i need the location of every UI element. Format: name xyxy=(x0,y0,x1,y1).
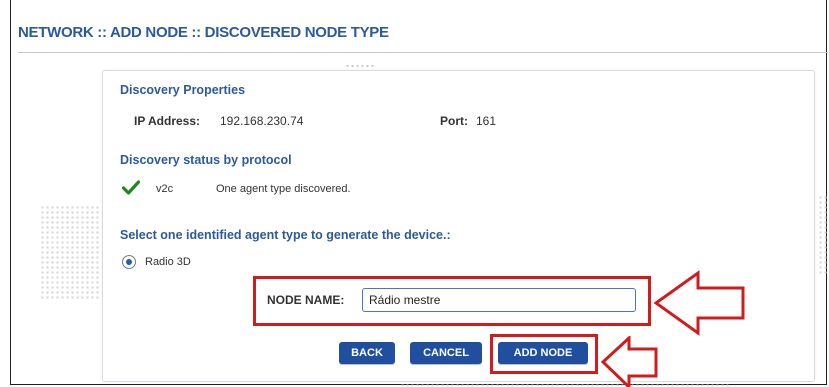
check-icon xyxy=(122,180,140,195)
node-name-label: NODE NAME: xyxy=(267,293,345,307)
protocol-status-message: One agent type discovered. xyxy=(216,183,351,195)
agent-selection-heading: Select one identified agent type to gene… xyxy=(120,228,451,242)
add-node-button[interactable]: ADD NODE xyxy=(498,342,588,364)
map-dots-right xyxy=(818,195,828,275)
arrow-pointer-annotation-icon xyxy=(601,336,658,387)
agent-radio-radio-3d[interactable] xyxy=(122,255,136,269)
panel-handle xyxy=(345,64,375,68)
back-button[interactable]: BACK xyxy=(339,342,395,364)
port-label: Port: xyxy=(440,114,468,128)
title-divider xyxy=(18,52,828,53)
radio-selected-dot xyxy=(126,259,132,265)
ip-address-label: IP Address: xyxy=(134,114,201,128)
page-title: NETWORK :: ADD NODE :: DISCOVERED NODE T… xyxy=(18,24,389,41)
port-value: 161 xyxy=(476,114,497,128)
ip-address-value: 192.168.230.74 xyxy=(220,114,304,128)
arrow-left-annotation-icon xyxy=(654,270,745,336)
discovery-properties-heading: Discovery Properties xyxy=(120,83,246,97)
protocol-name: v2c xyxy=(156,183,174,195)
map-dots-left xyxy=(40,205,100,300)
cancel-button[interactable]: CANCEL xyxy=(410,342,482,364)
discovery-status-heading: Discovery status by protocol xyxy=(120,153,292,167)
agent-option-label: Radio 3D xyxy=(145,256,191,268)
node-name-input[interactable] xyxy=(362,288,636,312)
